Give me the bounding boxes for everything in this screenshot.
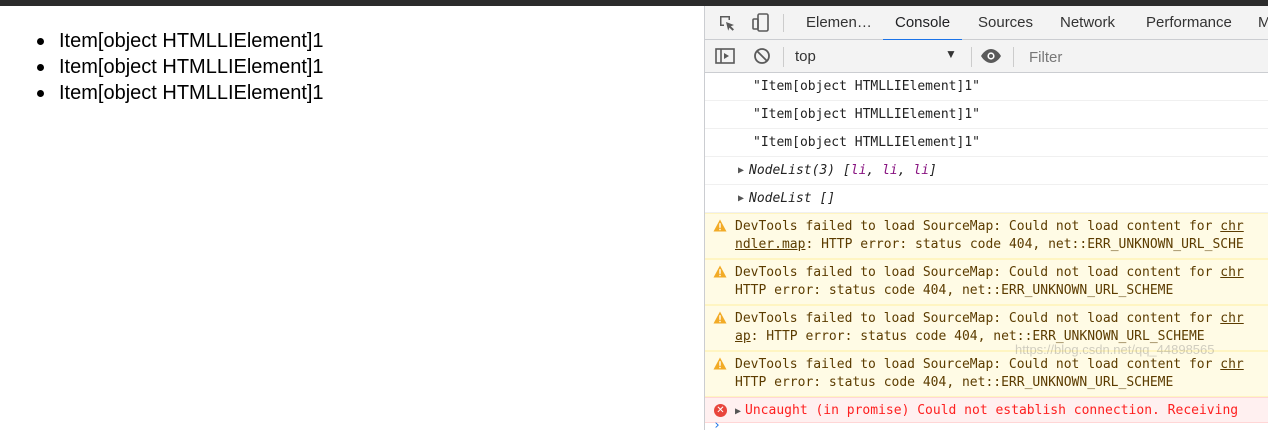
source-link[interactable]: chr [1220,311,1243,326]
toolbar-divider [783,14,784,32]
console-nodelist-entry[interactable]: ▶ NodeList(3) [li, li, li] [705,157,1268,185]
warning-icon [713,357,727,370]
tab-sources[interactable]: Sources [978,6,1033,40]
devtools-tab-bar: Elemen… Console Sources Network Performa… [705,6,1268,41]
tab-network[interactable]: Network [1060,6,1115,40]
device-toolbar-icon[interactable] [749,12,773,34]
expand-triangle-icon[interactable]: ▶ [738,157,744,184]
toolbar-divider [1013,47,1014,67]
console-sidebar-icon[interactable] [713,45,737,67]
console-filter-input[interactable] [1021,44,1268,70]
tab-performance[interactable]: Performance [1146,6,1232,40]
devtools-panel: Elemen… Console Sources Network Performa… [704,6,1268,430]
source-link[interactable]: ap [735,329,751,344]
watermark: https://blog.csdn.net/qq_44898565 [1015,342,1215,357]
context-dropdown-icon[interactable]: ▼ [945,47,957,61]
source-link[interactable]: chr [1220,219,1243,234]
console-warning: DevTools failed to load SourceMap: Could… [705,259,1268,305]
console-warning: DevTools failed to load SourceMap: Could… [705,213,1268,259]
source-link[interactable]: chr [1220,357,1243,372]
expand-triangle-icon[interactable]: ▶ [738,185,744,212]
tab-more[interactable]: M [1258,6,1268,40]
console-log-string: "Item[object HTMLLIElement]1" [705,101,1268,129]
console-prompt-icon[interactable]: › [713,418,721,430]
context-selector[interactable]: top [795,48,816,65]
live-expression-eye-icon[interactable] [979,45,1003,67]
inspect-element-icon[interactable] [715,12,739,34]
list-item: Item[object HTMLLIElement]1 [37,56,324,78]
console-toolbar: top ▼ [705,40,1268,73]
toolbar-divider [783,47,784,67]
warning-icon [713,265,727,278]
console-log-string: "Item[object HTMLLIElement]1" [705,129,1268,157]
console-warning: DevTools failed to load SourceMap: Could… [705,351,1268,397]
source-link[interactable]: chr [1220,265,1243,280]
warning-icon [713,311,727,324]
source-link[interactable]: ndler.map [735,237,805,252]
console-error: ✕ ▶ Uncaught (in promise) Could not estab… [705,397,1268,423]
warning-icon [713,219,727,232]
tab-elements[interactable]: Elemen… [806,6,872,40]
page-viewport: Item[object HTMLLIElement]1 Item[object … [0,6,704,430]
tab-console[interactable]: Console [882,6,963,41]
expand-triangle-icon[interactable]: ▶ [735,406,741,417]
toolbar-divider [971,47,972,67]
console-nodelist-entry[interactable]: ▶ NodeList [] [705,185,1268,213]
console-messages: "Item[object HTMLLIElement]1" "Item[obje… [705,73,1268,430]
error-icon: ✕ [714,404,727,417]
console-log-string: "Item[object HTMLLIElement]1" [705,73,1268,101]
list-item: Item[object HTMLLIElement]1 [37,30,324,52]
clear-console-icon[interactable] [750,45,774,67]
item-list: Item[object HTMLLIElement]1 Item[object … [37,28,324,106]
list-item: Item[object HTMLLIElement]1 [37,82,324,104]
